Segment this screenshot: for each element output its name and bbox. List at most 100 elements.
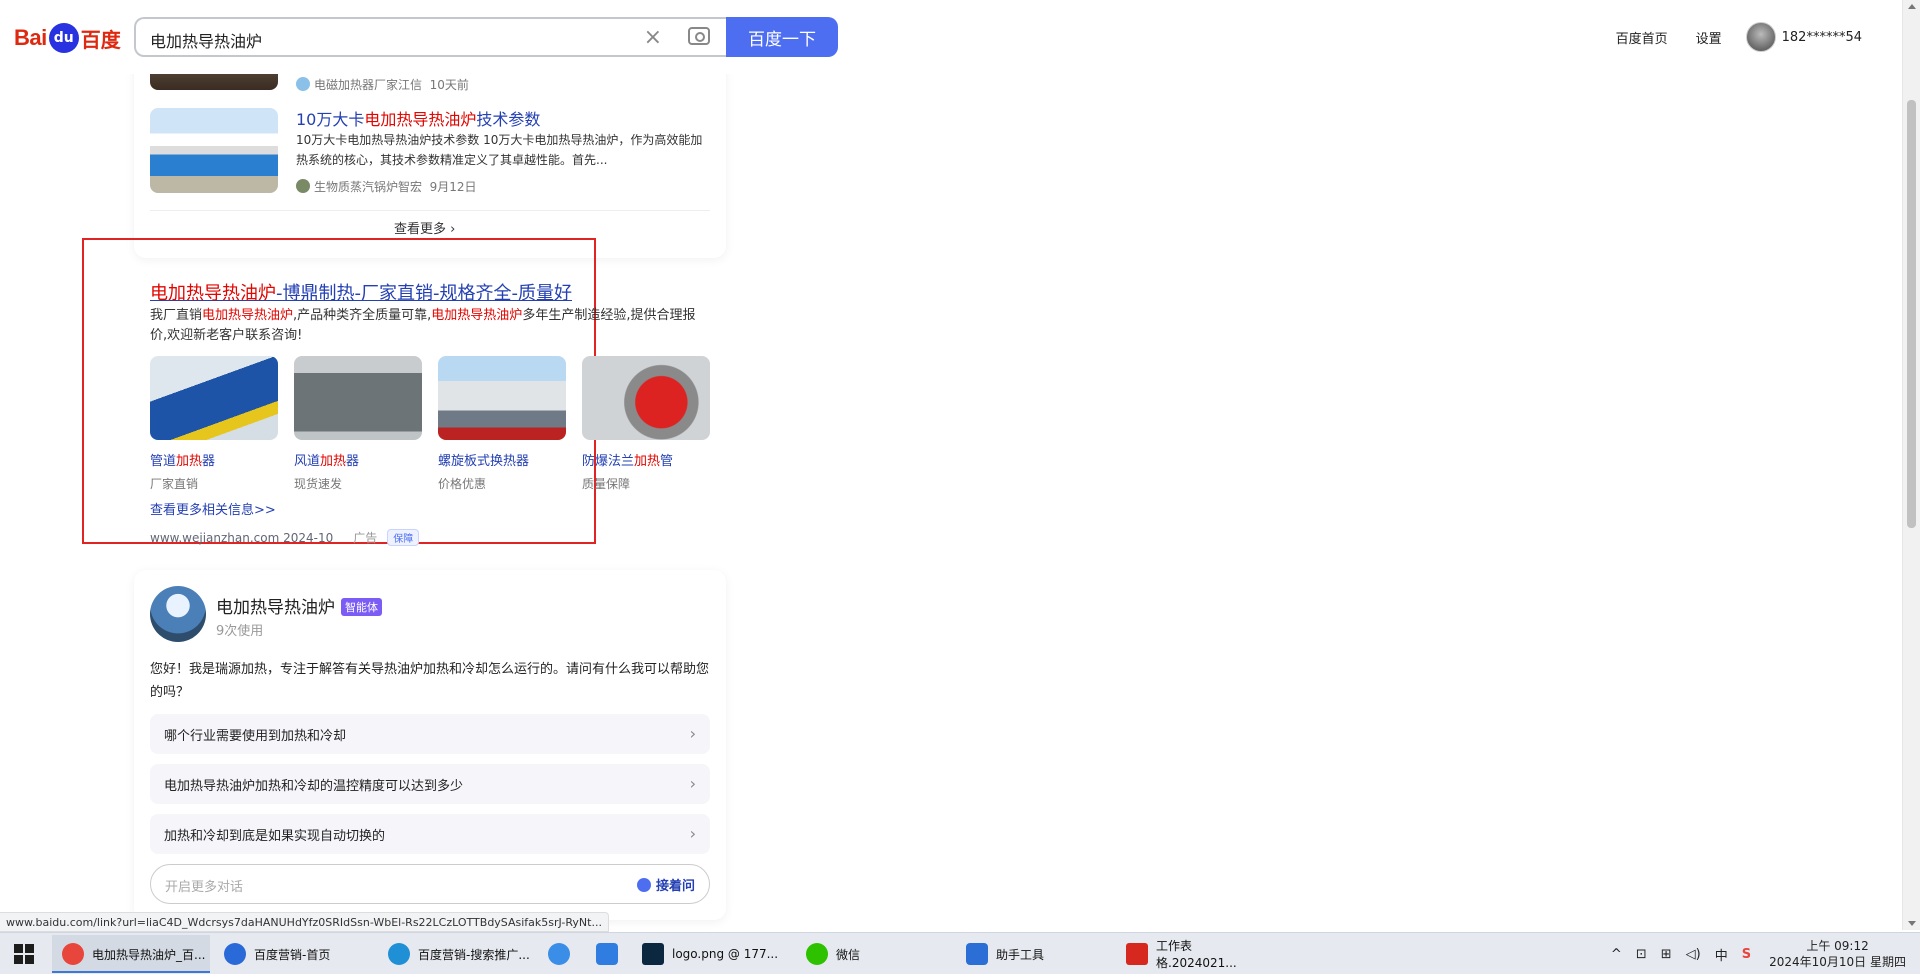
product-name[interactable]: 管道加热器 xyxy=(150,450,278,469)
product-image[interactable] xyxy=(294,356,422,440)
question-text: 哪个行业需要使用到加热和冷却 xyxy=(164,728,347,744)
status-bar-url: www.baidu.com/link?url=liaC4D_Wdcrsys7da… xyxy=(0,912,609,932)
source-icon xyxy=(296,77,310,91)
logo-text-cn: 百度 xyxy=(80,27,121,52)
ad-title-link[interactable]: 电加热导热油炉-博鼎制热-厂家直销-规格齐全-质量好 xyxy=(150,279,572,305)
question-text: 电加热导热油炉加热和冷却的温控精度可以达到多少 xyxy=(164,778,464,794)
search-input[interactable]: 电加热导热油炉 × xyxy=(134,17,726,57)
wps-icon xyxy=(1126,943,1148,965)
suggested-question[interactable]: 加热和冷却到底是如果实现自动切换的 › xyxy=(150,814,710,854)
chevron-right-icon: › xyxy=(689,774,696,793)
chevron-right-icon: › xyxy=(689,824,696,843)
assistant-icon xyxy=(966,943,988,965)
ad-label: 广告 xyxy=(353,531,378,545)
windows-start-icon[interactable] xyxy=(14,944,34,964)
taskbar-item-wechat[interactable]: 微信 xyxy=(800,935,950,973)
ad-product-item[interactable]: 螺旋板式换热器 价格优惠 xyxy=(438,356,566,492)
ad-product-item[interactable]: 管道加热器 厂家直销 xyxy=(150,356,278,492)
tray-app-icon[interactable]: ⊡ xyxy=(1636,947,1647,962)
baidu-logo[interactable]: Bai du 百度 xyxy=(14,22,121,54)
scrollbar-thumb[interactable] xyxy=(1907,100,1916,528)
agent-badge: 智能体 xyxy=(341,598,382,616)
windows-taskbar: 电加热导热油炉_百... 百度营销-首页 百度营销-搜索推广... logo.p… xyxy=(0,932,1920,974)
edge-icon xyxy=(388,943,410,965)
guarantee-badge[interactable]: 保障 xyxy=(387,529,420,546)
chat-input[interactable]: 开启更多对话 接着问 xyxy=(150,864,710,904)
product-tag: 价格优惠 xyxy=(438,477,487,491)
settings-link[interactable]: 设置 xyxy=(1696,28,1722,47)
avatar[interactable] xyxy=(1745,22,1776,52)
product-tag: 质量保障 xyxy=(582,477,631,491)
taskbar-item-baidu-marketing[interactable]: 百度营销-首页 xyxy=(216,935,376,973)
logo-text: Bai xyxy=(14,25,47,50)
product-name[interactable]: 风道加热器 xyxy=(294,450,422,469)
product-image[interactable] xyxy=(438,356,566,440)
clock-date: 2024年10月10日 星期四 xyxy=(1769,955,1906,969)
ad-product-item[interactable]: 防爆法兰加热管 质量保障 xyxy=(582,356,710,492)
sogou-ime-icon[interactable]: S xyxy=(1742,947,1751,962)
news-thumbnail[interactable] xyxy=(150,108,278,193)
news-time: 9月12日 xyxy=(429,180,477,194)
scroll-down-icon[interactable] xyxy=(1908,921,1916,926)
agent-name[interactable]: 电加热导热油炉 智能体 xyxy=(216,593,382,618)
input-method-indicator[interactable]: 中 xyxy=(1715,945,1728,964)
taskbar-item-wps[interactable]: 工作表格.2024021... xyxy=(1120,935,1270,973)
agent-usage: 9次使用 xyxy=(216,624,264,639)
taskbar-item-edge[interactable]: 百度营销-搜索推广... xyxy=(380,935,540,973)
ad-url: www.wejianzhan.com 2024-10 xyxy=(150,531,334,545)
plus-app-icon xyxy=(596,943,618,965)
ad-product-item[interactable]: 风道加热器 现货速发 xyxy=(294,356,422,492)
chrome-icon xyxy=(62,943,84,965)
news-source: 电磁加热器厂家江信 10天前 xyxy=(296,76,469,93)
baidu-app-icon xyxy=(224,943,246,965)
product-image[interactable] xyxy=(150,356,278,440)
clock-time: 上午 09:12 xyxy=(1806,939,1869,953)
close-icon[interactable]: × xyxy=(644,25,662,50)
camera-icon[interactable] xyxy=(688,27,710,45)
news-source: 生物质蒸汽锅炉智宏 9月12日 xyxy=(296,178,477,195)
search-query[interactable]: 电加热导热油炉 xyxy=(150,28,262,52)
question-text: 加热和冷却到底是如果实现自动切换的 xyxy=(164,828,386,844)
taskbar-item-search-app[interactable] xyxy=(544,935,576,973)
wechat-icon xyxy=(806,943,828,965)
chat-icon xyxy=(636,878,651,892)
volume-icon[interactable]: ◁) xyxy=(1686,947,1701,962)
news-snippet: 10万大卡电加热导热油炉技术参数 10万大卡电加热导热油炉，作为高效能加热系统的… xyxy=(296,133,703,167)
taskbar-item-assistant[interactable]: 助手工具 xyxy=(960,935,1110,973)
network-icon[interactable]: ⊞ xyxy=(1661,947,1672,962)
system-tray: ^ ⊡ ⊞ ◁) 中 S 上午 09:12 2024年10月10日 星期四 xyxy=(1597,936,1906,972)
news-source-name: 生物质蒸汽锅炉智宏 xyxy=(314,180,423,194)
photoshop-icon xyxy=(642,943,664,965)
product-name[interactable]: 螺旋板式换热器 xyxy=(438,450,566,469)
browser-page: Bai du 百度 电加热导热油炉 × 百度一下 百度首页 设置 182****… xyxy=(0,0,1920,974)
top-nav: 百度首页 设置 182******54 xyxy=(1588,22,1862,52)
taskbar-item-plus-app[interactable] xyxy=(592,935,624,973)
ask-button[interactable]: 接着问 xyxy=(636,875,695,894)
news-title-link[interactable]: 10万大卡电加热导热油炉技术参数 xyxy=(296,106,540,130)
agent-avatar[interactable] xyxy=(150,586,206,642)
suggested-question[interactable]: 哪个行业需要使用到加热和冷却 › xyxy=(150,714,710,754)
source-icon xyxy=(296,179,310,193)
product-image[interactable] xyxy=(582,356,710,440)
news-time: 10天前 xyxy=(429,78,469,92)
scroll-up-icon[interactable] xyxy=(1908,4,1916,9)
product-name[interactable]: 防爆法兰加热管 xyxy=(582,450,710,469)
home-link[interactable]: 百度首页 xyxy=(1616,28,1668,47)
view-more-button[interactable]: 查看更多 › xyxy=(394,218,455,237)
ad-more-link[interactable]: 查看更多相关信息>> xyxy=(150,499,276,518)
clock[interactable]: 上午 09:12 2024年10月10日 星期四 xyxy=(1769,938,1906,970)
taskbar-item-photoshop[interactable]: logo.png @ 177... xyxy=(636,935,786,973)
product-tag: 厂家直销 xyxy=(150,477,199,491)
chat-placeholder: 开启更多对话 xyxy=(165,880,244,895)
paw-icon: du xyxy=(48,23,79,53)
search-header: Bai du 百度 电加热导热油炉 × 百度一下 百度首页 设置 182****… xyxy=(0,0,1902,74)
ad-url-line: www.wejianzhan.com 2024-10 广告 保障 xyxy=(150,529,420,546)
search-button[interactable]: 百度一下 xyxy=(726,17,838,57)
chevron-right-icon: › xyxy=(689,724,696,743)
taskbar-item-chrome[interactable]: 电加热导热油炉_百... xyxy=(52,935,210,973)
suggested-question[interactable]: 电加热导热油炉加热和冷却的温控精度可以达到多少 › xyxy=(150,764,710,804)
tray-expand-icon[interactable]: ^ xyxy=(1611,947,1622,962)
vertical-scrollbar[interactable] xyxy=(1902,0,1920,930)
divider xyxy=(150,210,710,211)
username[interactable]: 182******54 xyxy=(1782,30,1862,45)
